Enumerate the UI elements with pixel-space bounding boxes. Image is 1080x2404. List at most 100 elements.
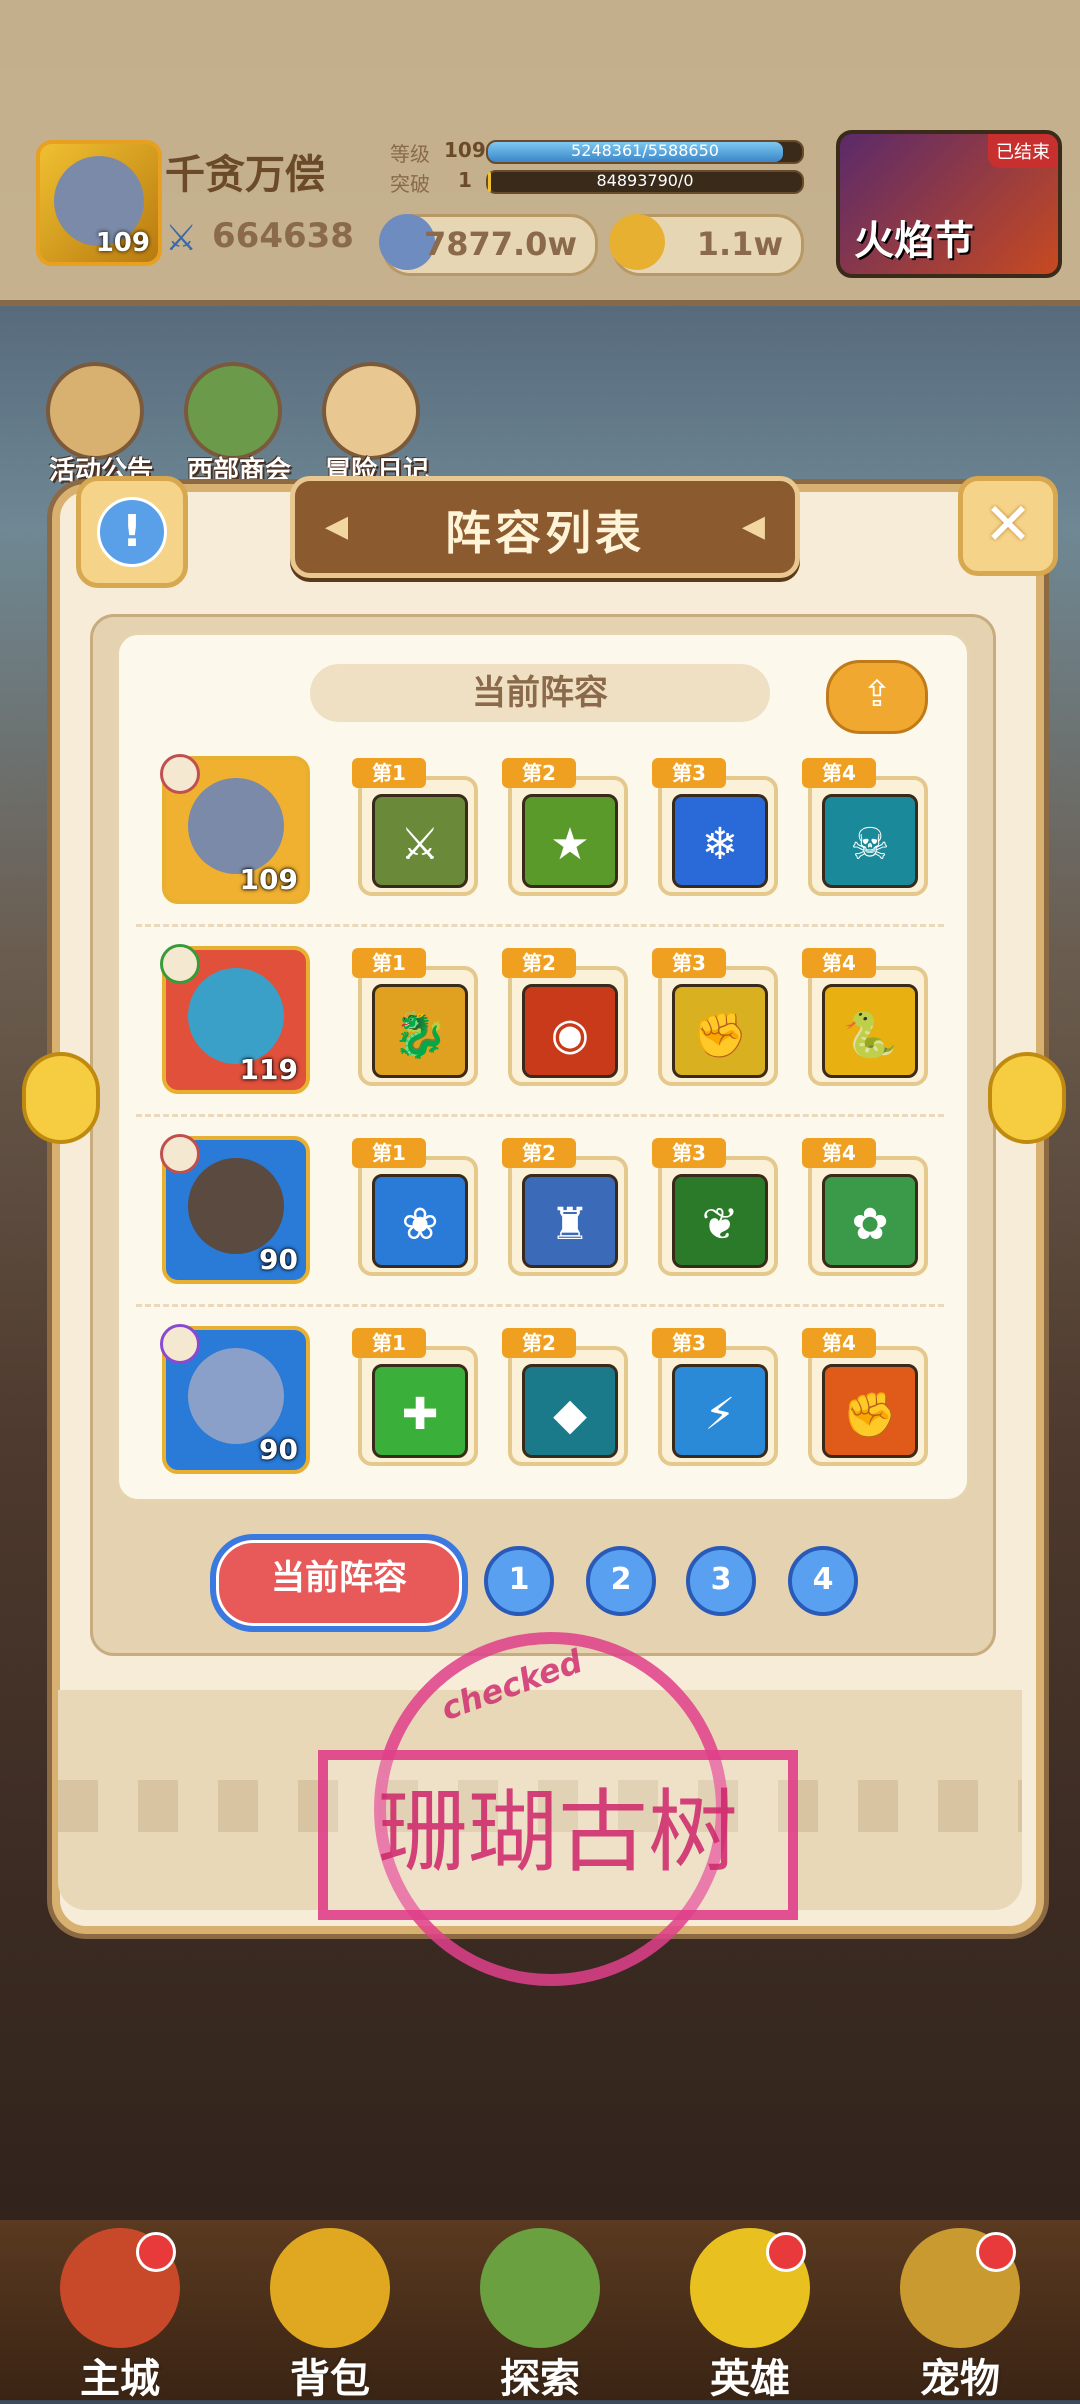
merchant-icon bbox=[184, 362, 282, 460]
festival-label: 火焰节 bbox=[854, 218, 974, 264]
skill-glyph: ✿ bbox=[851, 1199, 889, 1250]
skill-slot[interactable]: ♜ 第2 bbox=[502, 1138, 628, 1276]
currency-silver[interactable]: 7877.0w bbox=[379, 214, 598, 276]
notification-dot-icon bbox=[976, 2232, 1016, 2272]
skill-slot[interactable]: ❄ 第3 bbox=[652, 758, 778, 896]
break-bar: 84893790/0 bbox=[486, 170, 804, 194]
break-value: 1 bbox=[458, 168, 472, 192]
skill-order-tag: 第2 bbox=[502, 1328, 576, 1358]
tab-lineup-2[interactable]: 2 bbox=[586, 1546, 656, 1616]
hero-portrait-icon bbox=[188, 778, 284, 874]
panel-title-bar: ◀ 阵容列表 ◀ bbox=[290, 476, 800, 578]
skill-glyph: ☠ bbox=[850, 819, 890, 870]
hero-portrait-icon bbox=[188, 968, 284, 1064]
skill-icon: ❀ bbox=[372, 1174, 468, 1268]
skill-order-tag: 第3 bbox=[652, 1328, 726, 1358]
skill-slot[interactable]: 🐍 第4 bbox=[802, 948, 928, 1086]
skill-slot[interactable]: ◉ 第2 bbox=[502, 948, 628, 1086]
skill-glyph: ✊ bbox=[692, 1010, 748, 1061]
skill-slot[interactable]: ✚ 第1 bbox=[352, 1328, 478, 1466]
stamp-text: 珊瑚古树 bbox=[318, 1750, 798, 1920]
tab-current-lineup[interactable]: 当前阵容 bbox=[210, 1534, 468, 1632]
skill-glyph: ✊ bbox=[842, 1390, 898, 1441]
close-button[interactable]: ✕ bbox=[958, 476, 1058, 576]
skill-icon: 🐍 bbox=[822, 984, 918, 1078]
skill-slot[interactable]: ✊ 第3 bbox=[652, 948, 778, 1086]
nav-castle[interactable]: 主城 bbox=[30, 2228, 210, 2402]
skill-order-tag: 第2 bbox=[502, 758, 576, 788]
skill-order-tag: 第1 bbox=[352, 1138, 426, 1168]
skill-order-tag: 第2 bbox=[502, 1138, 576, 1168]
hero-class-icon bbox=[160, 1134, 200, 1174]
lineup-hero-1[interactable]: 109 bbox=[160, 754, 310, 904]
shortcut-diary[interactable]: 冒险日记 bbox=[302, 362, 432, 486]
row-divider bbox=[136, 924, 944, 927]
skill-glyph: ❀ bbox=[401, 1199, 439, 1250]
skill-order-tag: 第4 bbox=[802, 1328, 876, 1358]
panel-title: 阵容列表 bbox=[445, 506, 645, 560]
skill-icon: ☠ bbox=[822, 794, 918, 888]
next-arrow-button[interactable] bbox=[988, 1052, 1066, 1144]
currency-silver-value: 7877.0w bbox=[423, 225, 577, 263]
skill-slot[interactable]: ⚔ 第1 bbox=[352, 758, 478, 896]
previous-arrow-button[interactable] bbox=[22, 1052, 100, 1144]
skill-slot[interactable]: ☠ 第4 bbox=[802, 758, 928, 896]
nav-label: 探索 bbox=[500, 2356, 580, 2402]
skill-slot[interactable]: ◆ 第2 bbox=[502, 1328, 628, 1466]
share-button[interactable]: ⇪ bbox=[826, 660, 928, 734]
exp-bar: 5248361/5588650 bbox=[486, 140, 804, 164]
skill-slot[interactable]: ★ 第2 bbox=[502, 758, 628, 896]
hero-portrait-icon bbox=[188, 1158, 284, 1254]
lineup-hero-4[interactable]: 90 bbox=[160, 1324, 310, 1474]
nav-backpack[interactable]: 背包 bbox=[240, 2228, 420, 2402]
skill-icon: ❄ bbox=[672, 794, 768, 888]
skill-icon: ◆ bbox=[522, 1364, 618, 1458]
hero-class-icon bbox=[160, 754, 200, 794]
nav-hero[interactable]: 英雄 bbox=[660, 2228, 840, 2402]
skill-icon: ⚔ bbox=[372, 794, 468, 888]
skill-icon: ✿ bbox=[822, 1174, 918, 1268]
nav-label: 主城 bbox=[80, 2356, 160, 2402]
break-label: 突破 bbox=[390, 172, 430, 196]
lineup-hero-2[interactable]: 119 bbox=[160, 944, 310, 1094]
info-button[interactable]: ! bbox=[76, 476, 188, 588]
lineup-hero-3[interactable]: 90 bbox=[160, 1134, 310, 1284]
skill-glyph: ⚔ bbox=[400, 819, 440, 870]
player-avatar[interactable]: 109 bbox=[36, 140, 162, 266]
skill-slot[interactable]: ❀ 第1 bbox=[352, 1138, 478, 1276]
skill-slot[interactable]: ✿ 第4 bbox=[802, 1138, 928, 1276]
tab-lineup-1[interactable]: 1 bbox=[484, 1546, 554, 1616]
tab-lineup-4[interactable]: 4 bbox=[788, 1546, 858, 1616]
break-bar-text: 84893790/0 bbox=[596, 171, 694, 190]
power-value: 664638 bbox=[212, 216, 354, 256]
notification-dot-icon bbox=[766, 2232, 806, 2272]
row-divider bbox=[136, 1114, 944, 1117]
hero-portrait-icon bbox=[188, 1348, 284, 1444]
skill-glyph: 🐍 bbox=[842, 1010, 898, 1061]
shortcut-announcement[interactable]: 活动公告 bbox=[26, 362, 156, 486]
skill-slot[interactable]: ❦ 第3 bbox=[652, 1138, 778, 1276]
skill-glyph: ♜ bbox=[550, 1199, 590, 1250]
hero-level: 119 bbox=[239, 1053, 298, 1086]
hero-level: 90 bbox=[259, 1243, 298, 1276]
shortcut-merchant[interactable]: 西部商会 bbox=[164, 362, 294, 486]
info-icon: ! bbox=[97, 497, 167, 567]
skill-glyph: ◆ bbox=[553, 1389, 587, 1440]
skill-glyph: ✚ bbox=[401, 1389, 439, 1440]
skill-icon: ✊ bbox=[822, 1364, 918, 1458]
exp-bar-text: 5248361/5588650 bbox=[571, 141, 719, 160]
current-lineup-label: 当前阵容 bbox=[310, 664, 770, 722]
row-divider bbox=[136, 1304, 944, 1307]
skill-order-tag: 第1 bbox=[352, 1328, 426, 1358]
festival-event-button[interactable]: 已结束 火焰节 bbox=[836, 130, 1062, 278]
nav-map[interactable]: 探索 bbox=[450, 2228, 630, 2402]
skill-slot[interactable]: 🐉 第1 bbox=[352, 948, 478, 1086]
tab-lineup-3[interactable]: 3 bbox=[686, 1546, 756, 1616]
skill-icon: ❦ bbox=[672, 1174, 768, 1268]
nav-label: 背包 bbox=[290, 2356, 370, 2402]
skill-slot[interactable]: ⚡ 第3 bbox=[652, 1328, 778, 1466]
skill-slot[interactable]: ✊ 第4 bbox=[802, 1328, 928, 1466]
currency-gold[interactable]: 1.1w bbox=[609, 214, 804, 276]
nav-pet[interactable]: 宠物 bbox=[870, 2228, 1050, 2402]
skill-icon: ⚡ bbox=[672, 1364, 768, 1458]
